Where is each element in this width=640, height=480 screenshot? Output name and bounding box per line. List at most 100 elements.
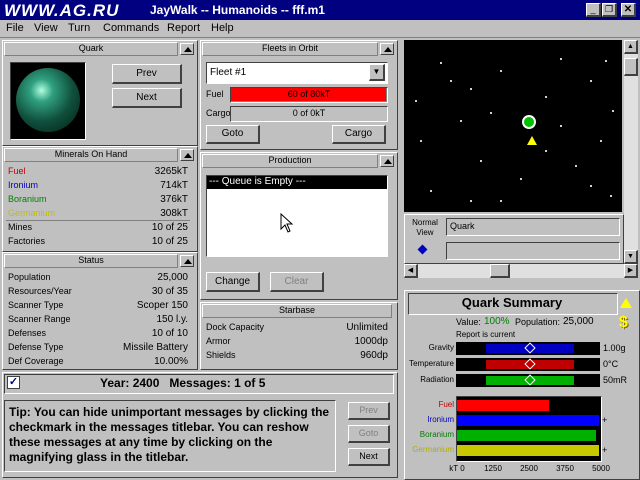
scroll-right-icon[interactable]: ▶: [624, 264, 638, 278]
overflow-plus-icon: +: [602, 415, 608, 425]
axis-tick-label: 5000: [592, 464, 610, 473]
axis-tick-label: 1250: [484, 464, 502, 473]
message-next-button[interactable]: Next: [348, 448, 390, 466]
star-icon: [440, 62, 442, 64]
production-title: Production: [202, 154, 378, 168]
fuel-label: Fuel: [206, 89, 224, 99]
mineral-bar: [457, 430, 596, 441]
summary-title: Quark Summary: [461, 295, 563, 310]
env-value: 1.00g: [603, 343, 626, 353]
starbase-label: Dock Capacity: [206, 322, 265, 332]
close-button[interactable]: ✕: [621, 3, 636, 17]
selected-object-name: Quark: [450, 221, 475, 231]
dollar-icon[interactable]: $: [619, 314, 628, 332]
map-hscrollbar[interactable]: [404, 264, 638, 278]
summary-value: 100%: [484, 316, 510, 327]
star-icon: [612, 110, 614, 112]
star-icon: [460, 120, 462, 122]
star-icon: [430, 190, 432, 192]
status-value: Missile Battery: [122, 342, 188, 353]
restore-button[interactable]: ❐: [602, 3, 617, 17]
status-label: Defenses: [8, 328, 47, 338]
starbase-value: 960dp: [360, 350, 388, 361]
map-vscroll-thumb[interactable]: [624, 58, 638, 76]
star-icon: [545, 96, 547, 98]
starbase-title: Starbase: [202, 304, 392, 318]
fleet-marker-icon[interactable]: [527, 136, 537, 145]
status-label: Scanner Range: [8, 314, 71, 324]
menu-help[interactable]: Help: [211, 22, 234, 34]
status-label: Scanner Type: [8, 300, 64, 310]
message-body: Tip: You can hide unimportant messages b…: [4, 400, 336, 472]
status-label: Defense Type: [8, 342, 64, 352]
star-icon: [420, 140, 422, 142]
minimize-button[interactable]: _: [586, 3, 601, 17]
map-hscroll-thumb[interactable]: [490, 264, 510, 278]
status-list: Population 25,000 Resources/Year 30 of 35 Sc…: [0, 0, 198, 368]
normal-view-label: Normal View: [412, 218, 438, 237]
production-clear-button[interactable]: Clear: [270, 272, 324, 292]
starbase-value: 1000dp: [354, 336, 388, 347]
status-value: Scoper 150: [136, 300, 188, 311]
summary-collapse-icon[interactable]: [620, 298, 632, 308]
mineral-bar: [457, 415, 599, 426]
cargo-label: Cargo: [206, 108, 231, 118]
status-value: 150 l.y.: [156, 314, 189, 325]
mineral-bar: [457, 445, 599, 456]
starbase-value: Unlimited: [346, 322, 388, 333]
messages-year: Year: 2400 Messages: 1 of 5: [100, 376, 266, 390]
status-label: Resources/Year: [8, 286, 72, 296]
star-icon: [470, 200, 472, 202]
scroll-up-icon[interactable]: ▲: [624, 40, 638, 54]
scroll-down-icon[interactable]: ▼: [624, 250, 638, 264]
status-value: 10 of 10: [151, 328, 188, 339]
selected-object-detail: [446, 242, 620, 260]
chevron-down-icon[interactable]: ▼: [369, 64, 385, 81]
mineral-bar-label: Fuel: [438, 400, 454, 409]
star-icon: [470, 88, 472, 90]
production-change-button[interactable]: Change: [206, 272, 260, 292]
starbase-label: Armor: [206, 336, 231, 346]
scroll-left-icon[interactable]: ◀: [404, 264, 418, 278]
env-label: Radiation: [420, 375, 454, 384]
message-goto-button[interactable]: Goto: [348, 425, 390, 443]
status-value: 30 of 35: [151, 286, 188, 297]
fuel-bar-value: 60 of 80kT: [287, 89, 331, 99]
starbase-label: Shields: [206, 350, 236, 360]
mineral-bar-label: Germanium: [412, 445, 454, 454]
fleet-cargo-button[interactable]: Cargo: [332, 125, 386, 144]
mineral-bar-label: Ironium: [427, 415, 454, 424]
star-icon: [415, 100, 417, 102]
star-icon: [560, 125, 562, 127]
star-icon: [480, 160, 482, 162]
message-prev-button[interactable]: Prev: [348, 402, 390, 420]
star-icon: [590, 80, 592, 82]
star-icon: [600, 140, 602, 142]
summary-pop-label: Population:: [515, 317, 561, 327]
fleets-collapse-icon[interactable]: [380, 43, 394, 55]
star-icon: [545, 150, 547, 152]
star-icon: [575, 165, 577, 167]
fleet-select-value: Fleet #1: [210, 67, 247, 78]
star-icon: [500, 70, 502, 72]
summary-pop: 25,000: [563, 316, 594, 327]
env-value: 0°C: [603, 359, 619, 369]
fleet-goto-button[interactable]: Goto: [206, 125, 260, 144]
env-label: Gravity: [428, 343, 454, 352]
env-value: 50mR: [603, 375, 628, 385]
axis-tick-label: kT 0: [449, 464, 465, 473]
status-label: Population: [8, 272, 51, 282]
mineral-bar-label: Boranium: [419, 430, 454, 439]
fleets-title: Fleets in Orbit: [202, 42, 378, 56]
star-icon: [560, 58, 562, 60]
cargo-bar-value: 0 of 0kT: [292, 108, 326, 118]
star-icon: [520, 178, 522, 180]
star-icon: [450, 80, 452, 82]
production-collapse-icon[interactable]: [380, 155, 394, 167]
star-icon: [610, 195, 612, 197]
queue-empty-row[interactable]: --- Queue is Empty ---: [207, 176, 387, 189]
checkmark-icon[interactable]: ✓: [7, 376, 20, 389]
summary-value-label: Value:: [456, 317, 481, 327]
axis-tick-label: 3750: [556, 464, 574, 473]
planet-marker-icon[interactable]: [522, 115, 536, 129]
